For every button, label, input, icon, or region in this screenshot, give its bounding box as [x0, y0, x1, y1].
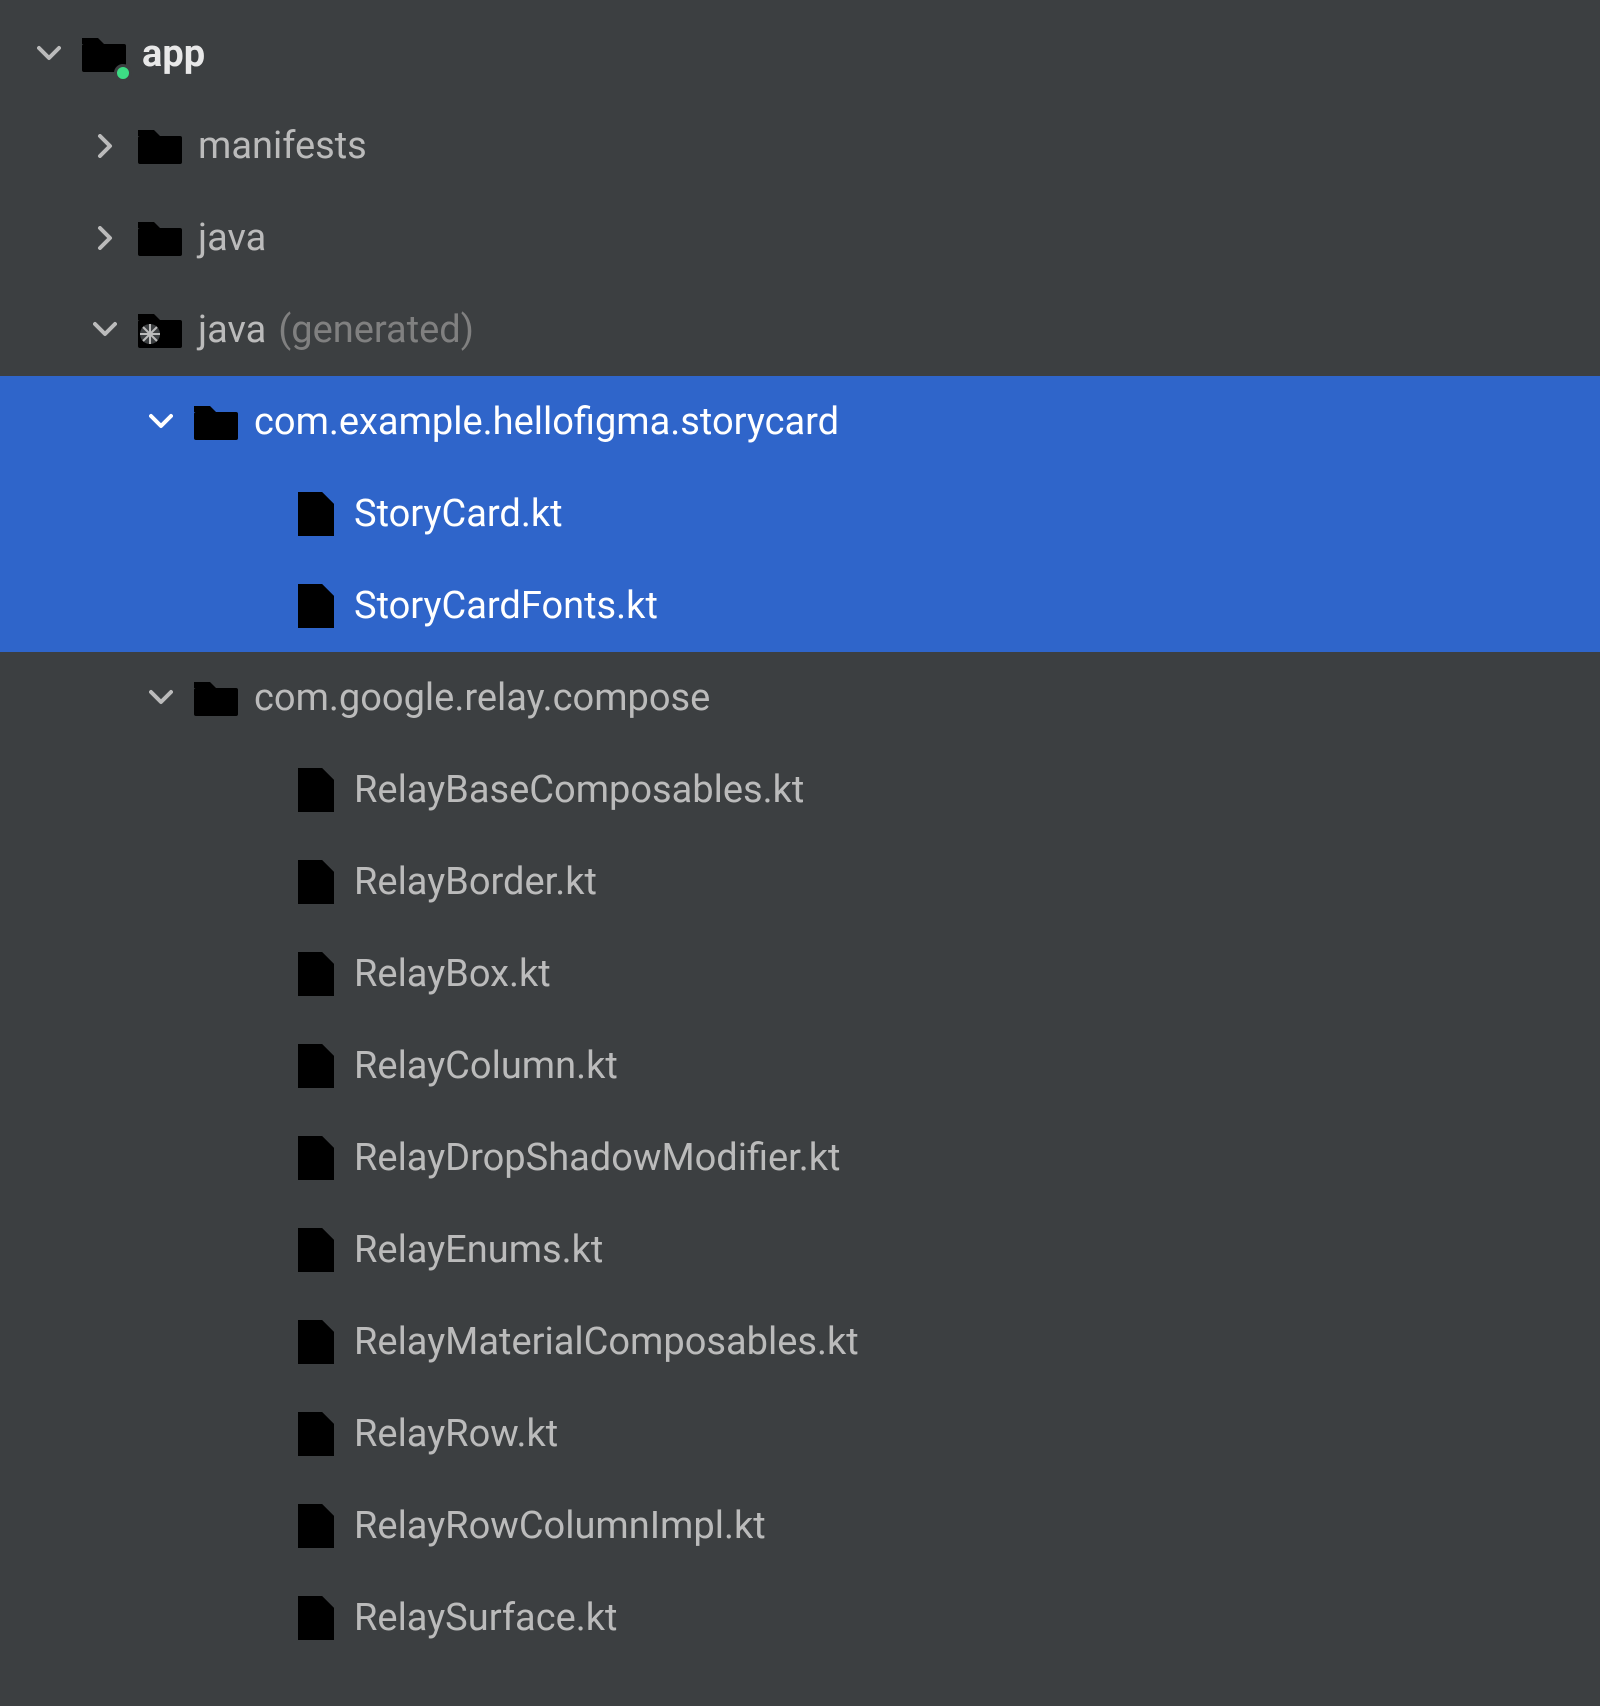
- tree-item-package-storycard[interactable]: com.example.hellofigma.storycard: [0, 376, 1600, 468]
- tree-item-file[interactable]: RelayRow.kt: [0, 1388, 1600, 1480]
- tree-item-label: RelayRowColumnImpl.kt: [354, 1504, 766, 1548]
- chevron-down-icon: [148, 686, 174, 710]
- chevron-down-icon: [148, 410, 174, 434]
- module-icon: [80, 30, 128, 78]
- kotlin-file-icon: [292, 1042, 340, 1090]
- tree-item-file[interactable]: RelayMaterialComposables.kt: [0, 1296, 1600, 1388]
- tree-item-label: com.google.relay.compose: [254, 676, 710, 720]
- generated-folder-icon: [136, 306, 184, 354]
- tree-item-file[interactable]: RelayDropShadowModifier.kt: [0, 1112, 1600, 1204]
- tree-item-label: java: [198, 216, 266, 260]
- tree-item-file[interactable]: RelayBorder.kt: [0, 836, 1600, 928]
- tree-item-label: com.example.hellofigma.storycard: [254, 400, 839, 444]
- kotlin-file-icon: [292, 1226, 340, 1274]
- kotlin-file-icon: [292, 950, 340, 998]
- chevron-right-icon: [92, 226, 118, 250]
- folder-icon: [136, 214, 184, 262]
- tree-item-module-app[interactable]: app: [0, 8, 1600, 100]
- folder-icon: [136, 122, 184, 170]
- tree-item-label: manifests: [198, 124, 367, 168]
- tree-item-label: RelaySurface.kt: [354, 1596, 617, 1640]
- project-tree: app manifests java java (generated): [0, 0, 1600, 1664]
- tree-item-label: RelayDropShadowModifier.kt: [354, 1136, 841, 1180]
- tree-item-label: RelayRow.kt: [354, 1412, 558, 1456]
- chevron-right-icon: [92, 134, 118, 158]
- kotlin-file-icon: [292, 490, 340, 538]
- kotlin-file-icon: [292, 582, 340, 630]
- kotlin-file-icon: [292, 1410, 340, 1458]
- tree-item-package-relay[interactable]: com.google.relay.compose: [0, 652, 1600, 744]
- tree-item-file[interactable]: RelayBaseComposables.kt: [0, 744, 1600, 836]
- kotlin-file-icon: [292, 1502, 340, 1550]
- tree-item-label: StoryCardFonts.kt: [354, 584, 658, 628]
- kotlin-file-icon: [292, 766, 340, 814]
- package-icon: [192, 674, 240, 722]
- tree-item-file[interactable]: RelayEnums.kt: [0, 1204, 1600, 1296]
- package-icon: [192, 398, 240, 446]
- tree-item-java-generated[interactable]: java (generated): [0, 284, 1600, 376]
- tree-item-manifests[interactable]: manifests: [0, 100, 1600, 192]
- kotlin-file-icon: [292, 1318, 340, 1366]
- tree-item-label: StoryCard.kt: [354, 492, 563, 536]
- tree-item-label: RelayEnums.kt: [354, 1228, 603, 1272]
- chevron-down-icon: [36, 42, 62, 66]
- tree-item-suffix: (generated): [278, 308, 474, 352]
- tree-item-label: RelayBaseComposables.kt: [354, 768, 804, 812]
- tree-item-label: java: [198, 308, 266, 352]
- tree-item-file[interactable]: RelayBox.kt: [0, 928, 1600, 1020]
- chevron-down-icon: [92, 318, 118, 342]
- run-indicator-dot: [114, 64, 132, 82]
- kotlin-file-icon: [292, 1594, 340, 1642]
- tree-item-file[interactable]: StoryCardFonts.kt: [0, 560, 1600, 652]
- tree-item-java[interactable]: java: [0, 192, 1600, 284]
- tree-item-file[interactable]: StoryCard.kt: [0, 468, 1600, 560]
- tree-item-file[interactable]: RelayRowColumnImpl.kt: [0, 1480, 1600, 1572]
- kotlin-file-icon: [292, 1134, 340, 1182]
- tree-item-file[interactable]: RelaySurface.kt: [0, 1572, 1600, 1664]
- tree-item-label: app: [142, 32, 205, 76]
- tree-item-label: RelayMaterialComposables.kt: [354, 1320, 859, 1364]
- tree-item-file[interactable]: RelayColumn.kt: [0, 1020, 1600, 1112]
- tree-item-label: RelayBorder.kt: [354, 860, 597, 904]
- tree-item-label: RelayColumn.kt: [354, 1044, 618, 1088]
- tree-item-label: RelayBox.kt: [354, 952, 551, 996]
- kotlin-file-icon: [292, 858, 340, 906]
